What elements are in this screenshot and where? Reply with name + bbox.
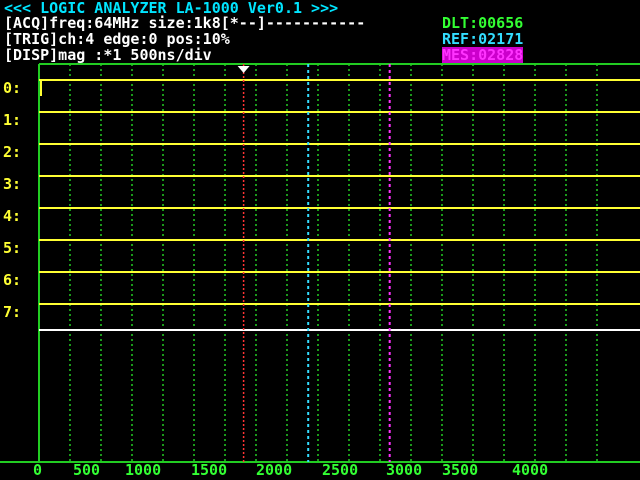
waveform-plot[interactable]: [0, 0, 640, 480]
time-axis-tick: 1000: [125, 461, 162, 479]
time-axis-tick: 3500: [442, 461, 479, 479]
time-axis-tick: 2000: [256, 461, 293, 479]
time-axis-tick: 500: [73, 461, 101, 479]
time-axis-tick: 0: [33, 461, 43, 479]
logic-analyzer-screen: <<< LOGIC ANALYZER LA-1000 Ver0.1 >>> [A…: [0, 0, 640, 480]
time-axis-tick: 1500: [191, 461, 228, 479]
time-axis-tick: 4000: [512, 461, 549, 479]
trigger-marker-icon: [237, 66, 250, 73]
time-axis-tick: 2500: [322, 461, 359, 479]
time-axis-tick: 3000: [386, 461, 423, 479]
